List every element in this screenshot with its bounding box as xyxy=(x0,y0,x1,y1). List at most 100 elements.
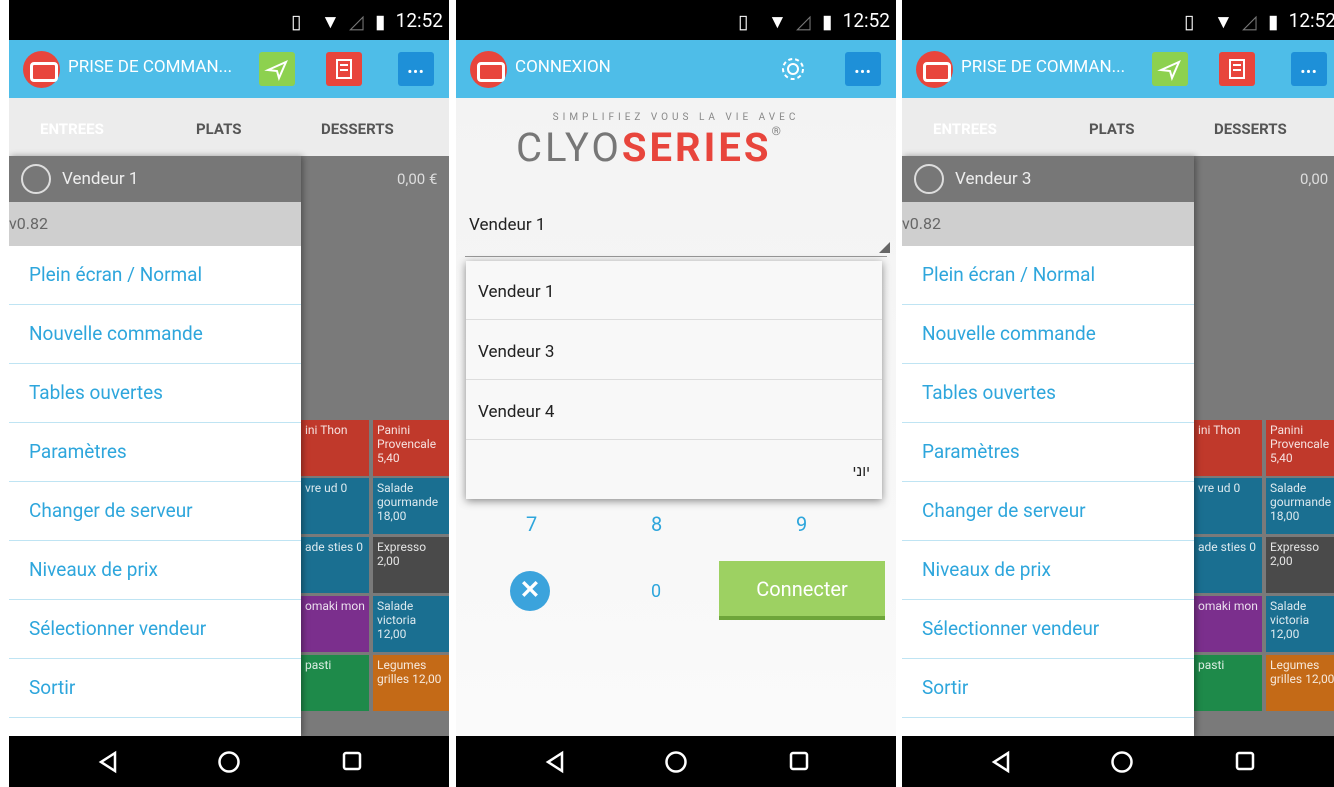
vendor-option[interactable]: Vendeur 3 xyxy=(466,321,882,380)
recents-icon[interactable] xyxy=(341,750,363,772)
menu-open-tables[interactable]: Tables ouvertes xyxy=(9,364,301,423)
phone-screen-order-vendeur-3: ▯ ▼ ◿ ▮ 12:52 PRISE DE COMMAN... ••• ENT… xyxy=(902,0,1334,787)
home-icon[interactable] xyxy=(1110,750,1134,774)
gear-icon[interactable] xyxy=(779,55,807,83)
battery-icon: ▮ xyxy=(822,10,833,33)
back-icon[interactable] xyxy=(990,750,1012,774)
product-tile[interactable]: omaki mon xyxy=(1194,596,1262,652)
app-bar: PRISE DE COMMAN... ••• xyxy=(902,40,1334,98)
back-icon[interactable] xyxy=(544,750,566,774)
tab-desserts[interactable]: DESSERTS xyxy=(1214,120,1287,138)
menu-price-levels[interactable]: Niveaux de prix xyxy=(902,541,1194,600)
vendor-select[interactable]: Vendeur 1 xyxy=(469,215,545,235)
product-tile[interactable]: Expresso 2,00 xyxy=(1266,537,1334,593)
menu-select-vendor[interactable]: Sélectionner vendeur xyxy=(9,600,301,659)
phone-screen-login: ▯ ▼ ◿ ▮ 12:52 CONNEXION ••• SIMPLIFIEZ V… xyxy=(456,0,896,787)
home-icon[interactable] xyxy=(217,750,241,774)
recents-icon[interactable] xyxy=(788,750,810,772)
screen-title: CONNEXION xyxy=(515,57,611,77)
clear-icon[interactable]: ✕ xyxy=(510,571,550,611)
recents-icon[interactable] xyxy=(1234,750,1256,772)
product-tile[interactable]: vre ud 0 xyxy=(1194,478,1262,534)
product-tile[interactable]: pasti xyxy=(1194,655,1262,711)
clock: 12:52 xyxy=(395,9,443,32)
tab-entrees[interactable]: ENTREES xyxy=(40,120,104,138)
product-tile[interactable]: vre ud 0 xyxy=(301,478,369,534)
wifi-icon: ▼ xyxy=(321,10,340,33)
menu-settings[interactable]: Paramètres xyxy=(9,423,301,482)
phone-screen-order-vendeur-1: ▯ ▼ ◿ ▮ 12:52 PRISE DE COMMAN... ••• ENT… xyxy=(9,0,449,787)
paper-plane-icon xyxy=(264,60,288,81)
more-dots-icon: ••• xyxy=(407,65,425,80)
home-icon[interactable] xyxy=(664,750,688,774)
menu-new-order[interactable]: Nouvelle commande xyxy=(902,305,1194,364)
bill-button[interactable] xyxy=(326,52,362,86)
product-tile[interactable]: pasti xyxy=(301,655,369,711)
product-tile[interactable]: Legumes grilles 12,00 xyxy=(373,655,449,711)
key-7[interactable]: 7 xyxy=(526,512,537,536)
menu-fullscreen[interactable]: Plein écran / Normal xyxy=(902,246,1194,305)
vendor-option[interactable]: Vendeur 1 xyxy=(466,261,882,320)
tab-plats[interactable]: PLATS xyxy=(196,120,242,138)
key-9[interactable]: 9 xyxy=(796,512,807,536)
menu-fullscreen[interactable]: Plein écran / Normal xyxy=(9,246,301,305)
product-tile[interactable]: ini Thon xyxy=(1194,420,1262,476)
product-tile[interactable]: omaki mon xyxy=(301,596,369,652)
android-nav-bar xyxy=(902,736,1334,787)
connect-button[interactable]: Connecter xyxy=(719,561,885,620)
app-logo-icon[interactable] xyxy=(916,51,953,88)
product-tile[interactable]: ade sties 0 xyxy=(1194,537,1262,593)
key-0[interactable]: 0 xyxy=(651,581,661,602)
brand-tagline: SIMPLIFIEZ VOUS LA VIE AVEC xyxy=(552,112,800,123)
key-8[interactable]: 8 xyxy=(651,512,662,536)
menu-change-server[interactable]: Changer de serveur xyxy=(902,482,1194,541)
product-tile[interactable]: Salade victoria 12,00 xyxy=(373,596,449,652)
more-options-button[interactable]: ••• xyxy=(398,52,434,86)
bill-button[interactable] xyxy=(1219,52,1255,86)
version-label: v0.82 xyxy=(9,202,301,246)
android-nav-bar xyxy=(456,736,896,787)
order-panel: 0,00 € ini Thon Panini Provencale 5,40 v… xyxy=(301,156,449,736)
navigation-drawer: Vendeur 3 v0.82 Plein écran / Normal Nou… xyxy=(902,156,1194,736)
menu-open-tables[interactable]: Tables ouvertes xyxy=(902,364,1194,423)
product-tile[interactable]: Salade gourmande 18,00 xyxy=(1266,478,1334,534)
vibrate-icon: ▯ xyxy=(1184,10,1195,33)
menu-new-order[interactable]: Nouvelle commande xyxy=(9,305,301,364)
more-options-button[interactable]: ••• xyxy=(1291,52,1327,86)
product-tile[interactable]: Salade gourmande 18,00 xyxy=(373,478,449,534)
more-options-button[interactable]: ••• xyxy=(845,52,881,86)
battery-icon: ▮ xyxy=(375,10,386,33)
product-tile[interactable]: Expresso 2,00 xyxy=(373,537,449,593)
menu-exit[interactable]: Sortir xyxy=(9,659,301,718)
vendor-option[interactable]: יוני xyxy=(852,462,870,480)
vendor-option[interactable]: Vendeur 4 xyxy=(466,381,882,440)
app-logo-icon[interactable] xyxy=(23,51,60,88)
menu-change-server[interactable]: Changer de serveur xyxy=(9,482,301,541)
tab-entrees[interactable]: ENTREES xyxy=(933,120,997,138)
current-user: Vendeur 1 xyxy=(62,169,139,189)
product-tile[interactable]: Panini Provencale 5,40 xyxy=(373,420,449,476)
back-icon[interactable] xyxy=(97,750,119,774)
app-logo-icon[interactable] xyxy=(470,51,507,88)
drawer-user-header: Vendeur 3 xyxy=(902,156,1194,202)
dropdown-arrow-icon xyxy=(879,242,890,253)
tab-desserts[interactable]: DESSERTS xyxy=(321,120,394,138)
order-total: 0,00 xyxy=(1300,170,1329,188)
send-order-button[interactable] xyxy=(259,52,295,86)
menu-exit[interactable]: Sortir xyxy=(902,659,1194,718)
tab-plats[interactable]: PLATS xyxy=(1089,120,1135,138)
order-panel: 0,00 ini Thon Panini Provencale 5,40 vre… xyxy=(1194,156,1334,736)
receipt-icon xyxy=(1229,59,1245,79)
product-tile[interactable]: Legumes grilles 12,00 xyxy=(1266,655,1334,711)
order-total: 0,00 € xyxy=(397,170,438,188)
menu-settings[interactable]: Paramètres xyxy=(902,423,1194,482)
send-order-button[interactable] xyxy=(1152,52,1188,86)
product-tile[interactable]: ade sties 0 xyxy=(301,537,369,593)
product-tile[interactable]: ini Thon xyxy=(301,420,369,476)
vibrate-icon: ▯ xyxy=(291,10,302,33)
product-tile[interactable]: Salade victoria 12,00 xyxy=(1266,596,1334,652)
menu-price-levels[interactable]: Niveaux de prix xyxy=(9,541,301,600)
screen-title: PRISE DE COMMAN... xyxy=(961,57,1126,77)
product-tile[interactable]: Panini Provencale 5,40 xyxy=(1266,420,1334,476)
menu-select-vendor[interactable]: Sélectionner vendeur xyxy=(902,600,1194,659)
